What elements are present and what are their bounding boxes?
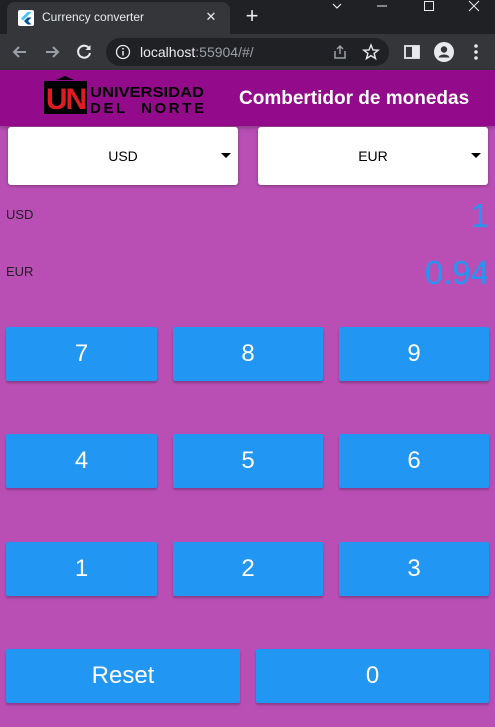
from-currency-dropdown[interactable]: USD <box>8 127 238 185</box>
dropdown-arrow-icon <box>471 153 481 158</box>
back-icon[interactable] <box>9 41 31 63</box>
svg-text:UN: UN <box>46 83 86 116</box>
key-1[interactable]: 1 <box>6 542 157 596</box>
svg-text:UNIVERSIDAD: UNIVERSIDAD <box>90 84 204 101</box>
from-amount: 1 <box>470 197 489 234</box>
to-currency-label: EUR <box>6 264 34 279</box>
flutter-icon <box>18 10 34 26</box>
dropdown-arrow-icon <box>221 153 231 158</box>
universidad-del-norte-logo: UN UNIVERSIDAD DEL NORTE <box>44 76 204 117</box>
tab-close-icon[interactable]: ✕ <box>202 8 220 26</box>
close-window-icon[interactable] <box>452 0 495 30</box>
profile-avatar-icon[interactable] <box>433 41 455 63</box>
share-icon[interactable] <box>331 43 349 61</box>
key-3[interactable]: 3 <box>339 542 489 596</box>
maximize-icon[interactable] <box>407 0 451 30</box>
reload-icon[interactable] <box>73 41 95 63</box>
side-panel-icon[interactable] <box>401 41 423 63</box>
from-currency-value: USD <box>108 148 138 164</box>
key-6[interactable]: 6 <box>339 434 489 488</box>
url-path: :55904/#/ <box>195 44 254 60</box>
tab-search-icon[interactable] <box>315 0 359 30</box>
new-tab-icon[interactable]: + <box>241 5 263 27</box>
key-0[interactable]: 0 <box>256 649 489 703</box>
url-text: localhost:55904/#/ <box>140 44 254 60</box>
from-currency-label: USD <box>6 207 34 222</box>
key-2[interactable]: 2 <box>173 542 323 596</box>
to-currency-value: EUR <box>358 148 388 164</box>
url-host: localhost <box>140 44 196 60</box>
to-currency-dropdown[interactable]: EUR <box>258 127 488 185</box>
minimize-icon[interactable] <box>360 0 404 30</box>
forward-icon[interactable] <box>41 41 63 63</box>
app-title: Combertidor de monedas <box>239 88 470 109</box>
key-9[interactable]: 9 <box>339 327 489 381</box>
key-4[interactable]: 4 <box>6 434 157 488</box>
browser-tabstrip: Currency converter ✕ + <box>0 0 495 34</box>
to-amount: 0.94 <box>424 254 489 291</box>
key-5[interactable]: 5 <box>173 434 323 488</box>
browser-toolbar: localhost:55904/#/ <box>0 34 495 70</box>
svg-text:DEL NORTE: DEL NORTE <box>90 100 204 117</box>
menu-kebab-icon[interactable] <box>465 41 487 63</box>
site-info-icon[interactable] <box>115 44 131 60</box>
key-7[interactable]: 7 <box>6 327 157 381</box>
bookmark-star-icon[interactable] <box>362 43 380 61</box>
browser-tab[interactable]: Currency converter ✕ <box>7 2 230 34</box>
reset-button[interactable]: Reset <box>6 649 240 703</box>
app-bar: UN UNIVERSIDAD DEL NORTE Combertidor de … <box>0 70 495 126</box>
key-8[interactable]: 8 <box>173 327 323 381</box>
address-bar[interactable]: localhost:55904/#/ <box>106 38 389 66</box>
tab-title: Currency converter <box>42 10 145 24</box>
